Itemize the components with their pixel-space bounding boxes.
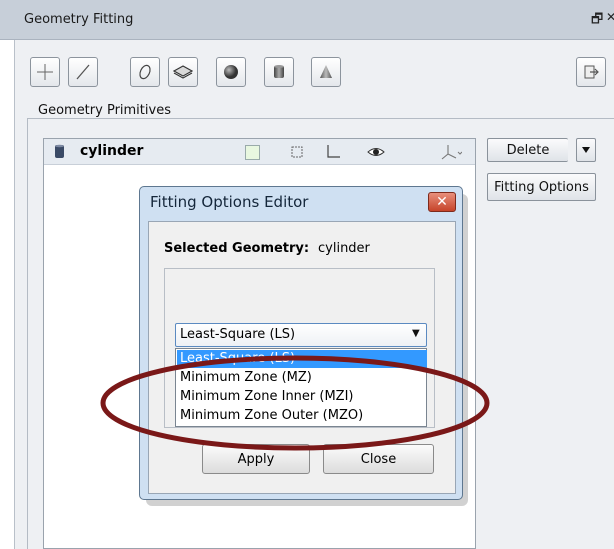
cylinder-icon: [274, 65, 284, 78]
line-tool-button[interactable]: [68, 57, 98, 87]
title-bar: Geometry Fitting 🗗 ✕: [0, 0, 614, 40]
select-value: Least-Square (LS): [180, 327, 296, 342]
dialog-close-button[interactable]: ✕: [428, 192, 456, 212]
dropdown-option[interactable]: Minimum Zone Outer (MZO): [177, 407, 427, 425]
color-swatch-icon[interactable]: [245, 145, 260, 160]
selected-geometry-value: cylinder: [318, 241, 370, 256]
line-icon: [76, 64, 90, 80]
dialog-title: Fitting Options Editor: [150, 193, 309, 211]
chevron-down-icon: [582, 147, 590, 153]
export-icon: [584, 65, 599, 79]
fitting-options-button[interactable]: Fitting Options: [487, 173, 596, 201]
point-tool-button[interactable]: [30, 57, 60, 87]
sphere-tool-button[interactable]: [216, 57, 246, 87]
circle-icon: [139, 64, 151, 80]
apply-button[interactable]: Apply: [202, 444, 310, 474]
fitting-method-dropdown-list: Least-Square (LS) Minimum Zone (MZ) Mini…: [175, 348, 427, 427]
dropdown-option[interactable]: Minimum Zone (MZ): [177, 369, 427, 387]
float-icon[interactable]: 🗗: [591, 10, 603, 32]
list-item[interactable]: cylinder: [44, 139, 475, 165]
group-label: Geometry Primitives: [34, 103, 175, 118]
eye-icon[interactable]: [367, 145, 385, 159]
cone-icon: [320, 65, 332, 78]
cylinder-tool-button[interactable]: [264, 57, 294, 87]
axis-icon[interactable]: [325, 144, 341, 160]
list-item-name: cylinder: [80, 143, 144, 159]
close-icon[interactable]: ✕: [606, 10, 614, 24]
plane-icon: [173, 65, 193, 79]
sphere-icon: [224, 65, 238, 79]
close-button[interactable]: Close: [323, 444, 434, 474]
delete-button[interactable]: Delete: [487, 138, 568, 162]
close-icon: ✕: [436, 194, 448, 210]
chevron-down-icon: ▼: [412, 328, 420, 339]
delete-dropdown-button[interactable]: [576, 138, 596, 162]
cone-tool-button[interactable]: [311, 57, 341, 87]
selected-geometry-label: Selected Geometry:: [164, 241, 310, 256]
export-button[interactable]: [576, 57, 606, 87]
dropdown-option[interactable]: Minimum Zone Inner (MZI): [177, 388, 427, 406]
plane-tool-button[interactable]: [168, 57, 198, 87]
circle-tool-button[interactable]: [130, 57, 160, 87]
cylinder-icon: [55, 144, 64, 158]
fitting-method-select[interactable]: Least-Square (LS) ▼: [175, 323, 427, 347]
frame-icon[interactable]: [290, 145, 304, 159]
point-icon: [37, 64, 53, 80]
coordinate-system-icon[interactable]: [440, 143, 462, 161]
dropdown-option[interactable]: Least-Square (LS): [177, 350, 427, 368]
window-title: Geometry Fitting: [24, 12, 134, 27]
